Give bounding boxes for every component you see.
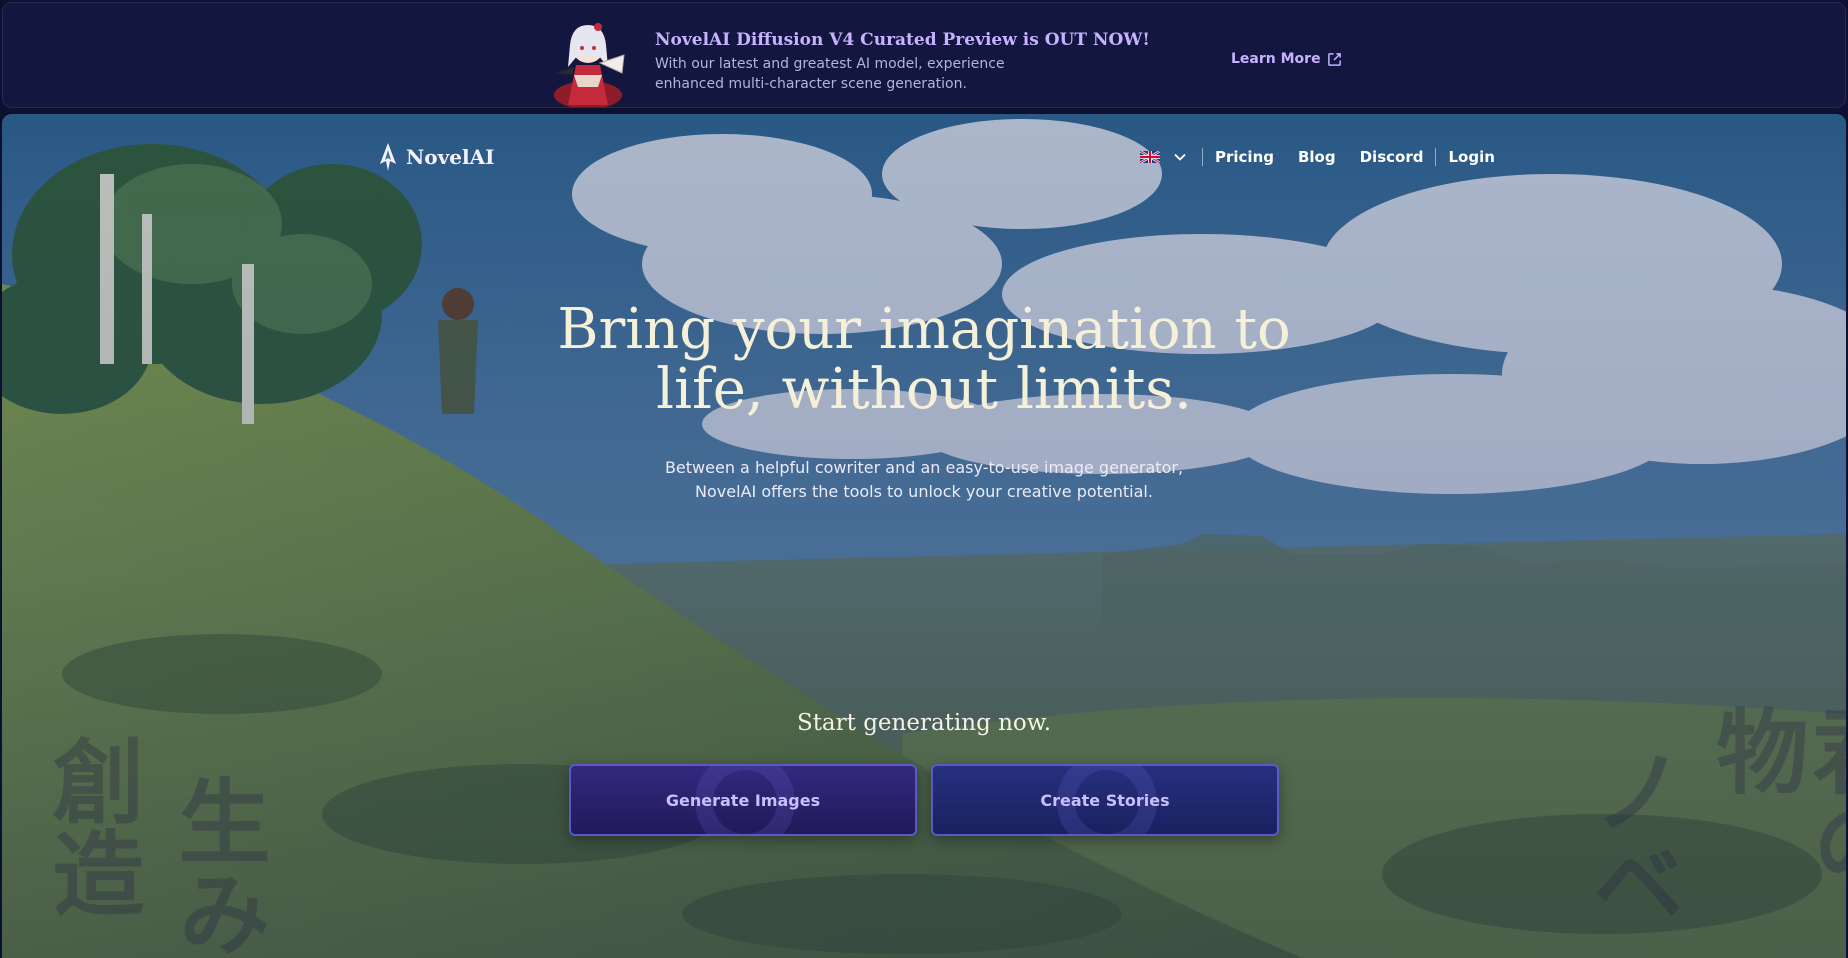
- create-stories-label: Create Stories: [1040, 790, 1170, 810]
- nav-link-blog[interactable]: Blog: [1286, 148, 1348, 166]
- uk-flag-icon: [1140, 151, 1160, 163]
- anime-character-illustration: [554, 23, 625, 107]
- hero-section: 創造 生み ノベ 君の物 NovelAI Pricing Blog Discor: [2, 114, 1846, 958]
- decorative-kanji-right-2: 君の物: [1701, 704, 1846, 888]
- hero-subtext-line-2: NovelAI offers the tools to unlock your …: [695, 482, 1153, 501]
- decorative-kanji-right-1: ノベ: [1577, 744, 1684, 928]
- start-generating-text: Start generating now.: [796, 710, 1052, 736]
- generate-images-label: Generate Images: [665, 790, 821, 810]
- chevron-down-icon: [1174, 153, 1186, 161]
- nav-link-discord[interactable]: Discord: [1348, 148, 1436, 166]
- decorative-kanji-left-2: 生み: [163, 774, 270, 958]
- decorative-kanji-left-1: 創造: [37, 734, 144, 918]
- nav-link-login[interactable]: Login: [1436, 148, 1506, 166]
- logo-text: NovelAI: [406, 145, 495, 169]
- language-selector[interactable]: [1130, 151, 1202, 163]
- external-link-icon: [1327, 52, 1341, 66]
- learn-more-label: Learn More: [1231, 51, 1321, 67]
- hero-headline: Bring your imagination to life, without …: [2, 300, 1846, 420]
- create-stories-button[interactable]: Create Stories: [931, 764, 1279, 836]
- hero-subtext: Between a helpful cowriter and an easy-t…: [2, 456, 1846, 504]
- hero-headline-line-1: Bring your imagination to: [557, 297, 1291, 362]
- hero-subtext-line-1: Between a helpful cowriter and an easy-t…: [664, 458, 1184, 477]
- nav-link-pricing[interactable]: Pricing: [1203, 148, 1286, 166]
- announcement-banner: NovelAI Diffusion V4 Curated Preview is …: [2, 2, 1846, 108]
- hero-overlay: [2, 114, 1846, 958]
- hero-headline-line-2: life, without limits.: [656, 357, 1192, 422]
- learn-more-link[interactable]: Learn More: [1231, 51, 1342, 67]
- banner-description: With our latest and greatest AI model, e…: [655, 56, 1005, 92]
- quill-logo-icon: [380, 143, 396, 171]
- top-navigation: Pricing Blog Discord Login: [1130, 146, 1507, 168]
- generate-images-button[interactable]: Generate Images: [569, 764, 917, 836]
- novelai-logo[interactable]: NovelAI: [376, 142, 494, 172]
- banner-title: NovelAI Diffusion V4 Curated Preview is …: [655, 30, 1150, 50]
